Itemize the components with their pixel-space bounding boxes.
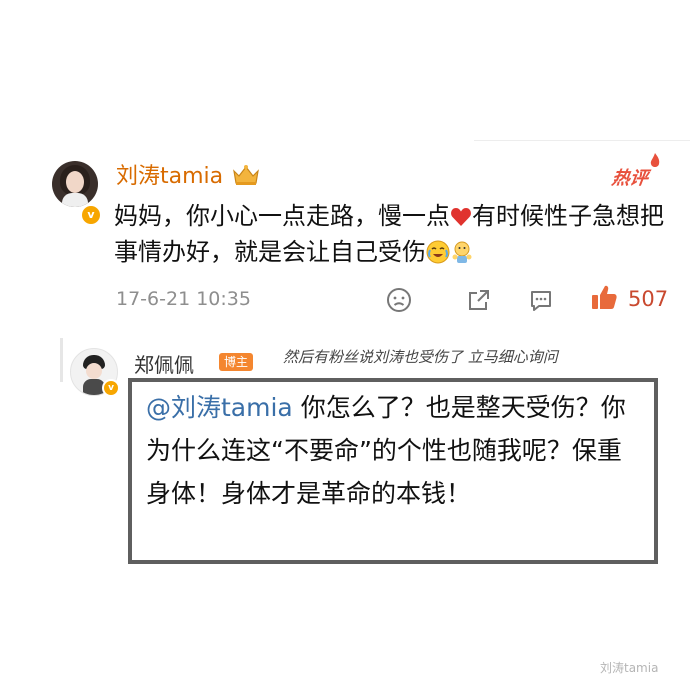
comment-icon[interactable] [528, 288, 554, 314]
reply-highlight-box: @刘涛tamia 你怎么了？也是整天受伤？你为什么连这“不要命”的个性也随我呢？… [128, 378, 658, 564]
heart-icon [451, 208, 471, 226]
top-divider [474, 140, 690, 141]
like-icon[interactable] [590, 283, 618, 311]
share-icon[interactable] [466, 287, 492, 313]
comment-text: 妈妈，你小心一点走路，慢一点 有时候性子急想把事情办好，就是会让自己受伤 [114, 198, 674, 270]
reply-text: @刘涛tamia 你怎么了？也是整天受伤？你为什么连这“不要命”的个性也随我呢？… [146, 386, 646, 515]
hot-comment-label: 热评 [610, 168, 650, 189]
comment-timestamp: 17-6-21 10:35 [116, 288, 251, 310]
blogger-badge: 博主 [219, 353, 254, 371]
crown-icon [233, 165, 259, 185]
reply-username[interactable]: 郑佩佩 [134, 349, 194, 378]
user-avatar[interactable] [52, 161, 98, 207]
reply-verified-badge-icon: v [102, 379, 120, 397]
fire-icon [650, 153, 660, 167]
verified-badge-icon: v [80, 204, 102, 226]
handwritten-annotation: 然后有粉丝说刘涛也受伤了 立马细心询问 [283, 348, 558, 366]
sad-face-icon[interactable] [386, 287, 412, 313]
watermark: 刘涛tamia [600, 661, 659, 675]
like-count: 507 [628, 287, 669, 311]
reply-thread-bar [60, 338, 63, 382]
crying-laughing-emoji-icon [426, 240, 450, 264]
thumbs-up-doll-emoji-icon [452, 241, 472, 263]
comment-username[interactable]: 刘涛tamia [116, 163, 223, 191]
comment-text-part1: 妈妈，你小心一点走路，慢一点 [114, 202, 450, 230]
mention-link[interactable]: @刘涛tamia [146, 393, 293, 422]
